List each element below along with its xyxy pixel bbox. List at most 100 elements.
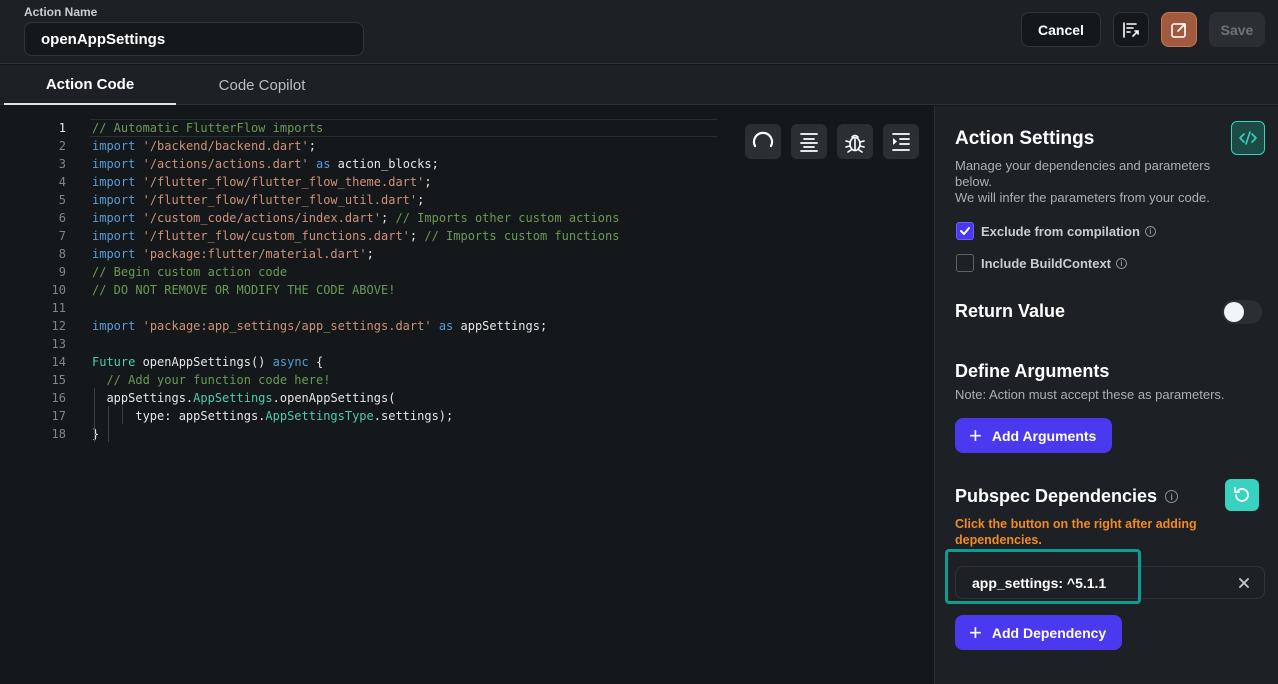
format-align-icon [800,132,818,152]
line-number: 1 [58,121,66,135]
format-code-button[interactable] [1113,12,1149,47]
code-line[interactable]: 6 import '/custom_code/actions/index.dart… [0,209,720,227]
code-token: AppSettings [193,391,273,405]
info-icon[interactable]: i [1165,490,1179,503]
code-line[interactable]: 5 import '/flutter_flow/flutter_flow_util… [0,191,720,209]
code-token: // DO NOT REMOVE OR MODIFY THE CODE ABOV… [92,283,396,297]
add-dependency-button[interactable]: + Add Dependency [955,615,1122,650]
plus-icon: + [969,422,982,448]
info-icon[interactable]: i [1116,258,1127,269]
code-line[interactable]: 16 appSettings.AppSettings.openAppSettin… [0,389,720,407]
code-token: '/actions/actions.dart' [142,157,309,171]
line-number: 2 [58,139,66,153]
line-number: 13 [51,337,66,351]
code-token: ; [417,193,425,207]
tab-code-copilot[interactable]: Code Copilot [176,65,348,105]
code-line[interactable]: 12 import 'package:app_settings/app_setti… [0,317,720,335]
code-token: appSettings. [92,391,194,405]
code-token: appSettings; [453,319,548,333]
code-text: import '/actions/actions.dart' as action… [92,155,439,173]
line-number: 12 [51,319,66,333]
tab-action-code[interactable]: Action Code [4,65,176,105]
tab-bar: Action Code Code Copilot [0,65,1278,105]
refresh-dependencies-button[interactable] [1225,479,1259,511]
add-arguments-button[interactable]: + Add Arguments [955,418,1112,453]
code-line[interactable]: 4 import '/flutter_flow/flutter_flow_them… [0,173,720,191]
code-token: import [92,175,136,189]
format-align-button[interactable] [791,124,827,159]
code-token: // Automatic FlutterFlow imports [92,121,324,135]
refresh-icon [752,131,774,147]
reload-code-button[interactable] [745,124,781,159]
exclude-compilation-checkbox[interactable] [956,222,974,240]
line-number: 4 [58,175,66,189]
header: Action Name Cancel Save [0,0,1278,64]
code-text: import '/custom_code/actions/index.dart'… [92,209,619,227]
code-line[interactable]: 14 Future openAppSettings() async { [0,353,720,371]
code-token: as [316,157,331,171]
code-line[interactable]: 7 import '/flutter_flow/custom_functions.… [0,227,720,245]
code-line[interactable]: 1 // Automatic FlutterFlow imports [0,119,720,137]
code-brackets-icon [1239,131,1257,145]
code-token: AppSettingsType [265,409,374,423]
code-text: import 'package:flutter/material.dart'; [92,245,374,263]
action-name-label: Action Name [24,5,98,19]
code-line[interactable]: 9 // Begin custom action code [0,263,720,281]
indent-guide [108,406,109,442]
plus-icon: + [969,619,982,645]
add-dependency-label: Add Dependency [991,624,1107,641]
cancel-button[interactable]: Cancel [1021,12,1101,47]
indent-button[interactable] [883,124,919,159]
pubspec-dependencies-title: Pubspec Dependencies [955,486,1158,506]
include-buildcontext-label: Include BuildContext i [981,256,1127,271]
code-line[interactable]: 15 // Add your function code here! [0,371,720,389]
code-token: as [438,319,454,333]
code-token: .openAppSettings( [272,391,396,405]
line-number: 10 [51,283,66,297]
save-button[interactable]: Save [1209,12,1265,47]
return-value-toggle[interactable] [1222,300,1262,324]
code-token: openAppSettings() [135,355,273,369]
code-token: '/custom_code/actions/index.dart' [142,211,382,225]
pubspec-warning: Click the button on the right after addi… [955,517,1197,547]
code-line[interactable]: 13 [0,335,720,353]
debug-button[interactable] [837,124,873,159]
code-line[interactable]: 10 // DO NOT REMOVE OR MODIFY THE CODE AB… [0,281,720,299]
code-token: action_blocks; [330,157,439,171]
indent-icon [892,132,910,151]
pubspec-title-row: Pubspec Dependencies i [955,486,1179,507]
clear-dependency-button[interactable] [1234,573,1254,593]
info-icon[interactable]: i [1144,226,1156,237]
action-name-input[interactable] [24,22,364,56]
include-buildcontext-checkbox[interactable] [956,254,974,272]
code-line[interactable]: 2 import '/backend/backend.dart'; [0,137,720,155]
code-line[interactable]: 11 [0,299,720,317]
debug-bug-icon [845,134,865,153]
code-line[interactable]: 8 import 'package:flutter/material.dart'; [0,245,720,263]
code-token: // Add your function code here! [106,373,331,387]
line-number: 5 [58,193,66,207]
code-text: // Begin custom action code [92,263,287,281]
code-text: import '/backend/backend.dart'; [92,137,316,155]
open-external-button[interactable] [1161,12,1197,47]
toggle-knob [1224,302,1244,322]
include-buildcontext-text: Include BuildContext [981,256,1111,271]
return-value-title: Return Value [955,301,1066,321]
code-token: import [92,319,136,333]
code-line[interactable]: 3 import '/actions/actions.dart' as actio… [0,155,720,173]
code-text: // DO NOT REMOVE OR MODIFY THE CODE ABOV… [92,281,395,299]
indent-guide [122,406,123,424]
code-token: 'package:flutter/material.dart' [142,247,367,261]
action-settings-description: Manage your dependencies and parameters … [955,158,1211,189]
define-arguments-title: Define Arguments [955,361,1110,381]
line-number: 6 [58,211,66,225]
view-code-button[interactable] [1231,121,1265,155]
code-token: { [308,355,324,369]
code-text: type: appSettings.AppSettingsType.settin… [92,407,453,425]
code-token: '/flutter_flow/flutter_flow_util.dart' [142,193,418,207]
